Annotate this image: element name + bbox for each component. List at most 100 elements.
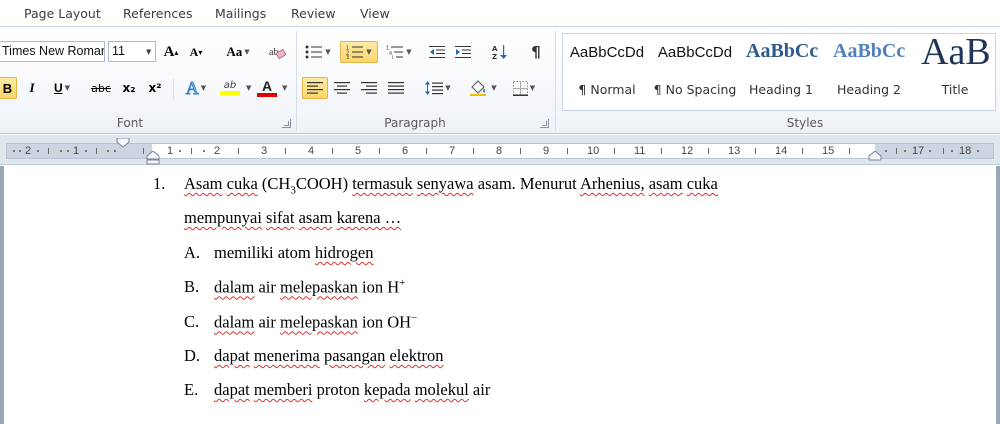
tab-mailings[interactable]: Mailings (215, 6, 266, 21)
superscript-button[interactable]: x² (144, 77, 166, 99)
document-area[interactable]: 1. Asam cuka (CH3COOH) termasuk senyawa … (0, 166, 1000, 424)
sort-button[interactable]: A Z (489, 41, 511, 63)
style-heading-2-name: Heading 2 (837, 82, 901, 97)
ruler-number: 15 (822, 145, 835, 157)
word: ion OH (357, 312, 412, 332)
tab-review[interactable]: Review (291, 6, 336, 21)
svg-text:Z: Z (492, 53, 497, 60)
tab-view[interactable]: View (360, 6, 390, 21)
style-heading-2[interactable]: AaBbCc Heading 2 (827, 34, 911, 110)
subscript-icon: x₂ (122, 81, 136, 95)
italic-icon: I (29, 80, 35, 95)
highlight-dropdown-icon[interactable]: ▼ (246, 85, 251, 92)
decrease-indent-button[interactable] (426, 41, 448, 63)
show-formatting-marks-button[interactable]: ¶ (525, 41, 547, 63)
word: asam (648, 174, 683, 193)
borders-button[interactable]: ▼ (508, 77, 540, 99)
increase-indent-button[interactable] (452, 41, 474, 63)
ruler-tick (191, 148, 192, 154)
font-color-icon: A (261, 78, 273, 94)
ruler-number: 17 (912, 145, 925, 157)
align-left-button[interactable] (302, 77, 328, 99)
underline-button[interactable]: U ▼ (48, 77, 76, 99)
option-letter: E. (184, 380, 199, 399)
word: asam (298, 208, 333, 227)
superscript-icon: x² (148, 81, 162, 95)
subscript-button[interactable]: x₂ (118, 77, 140, 99)
clear-formatting-button[interactable]: ab (265, 41, 289, 63)
word: pasangan (323, 346, 386, 365)
question-line-2[interactable]: mempunyai sifat asam karena … (184, 208, 401, 228)
grow-font-button[interactable]: A ▴ (160, 41, 182, 63)
font-dialog-launcher-icon[interactable] (282, 119, 291, 128)
highlight-button[interactable]: ab (215, 77, 245, 99)
style-heading-1[interactable]: AaBbCc Heading 1 (741, 34, 821, 110)
change-case-button[interactable]: Aa ▼ (222, 41, 254, 63)
font-size-dropdown-icon[interactable]: ▼ (146, 49, 151, 56)
ruler-tick (48, 148, 49, 154)
align-left-icon (307, 82, 323, 94)
horizontal-ruler[interactable]: 2 1 1 2 3 4 5 6 7 8 9 10 11 12 13 14 15 … (0, 135, 1000, 165)
style-title[interactable]: AaB Title (913, 34, 995, 110)
word: karena … (336, 208, 402, 227)
word: ion H (357, 277, 400, 297)
paragraph-dialog-launcher-icon[interactable] (540, 119, 549, 128)
svg-text:i: i (392, 55, 393, 59)
option-d[interactable]: dapat menerima pasangan elektron (214, 346, 444, 366)
ruler-tick (143, 148, 144, 154)
question-line-1[interactable]: Asam cuka (CH3COOH) termasuk senyawa asa… (184, 174, 718, 196)
first-line-indent-marker[interactable] (116, 138, 130, 148)
ruler-number: 7 (449, 145, 456, 157)
ruler-dot (114, 150, 116, 152)
ruler-tick (426, 148, 427, 154)
strikethrough-button[interactable]: abc (88, 77, 114, 99)
word: Arhenius, (579, 174, 645, 193)
word: Asam (184, 174, 223, 193)
align-right-button[interactable] (358, 77, 380, 99)
option-letter: D. (184, 346, 201, 365)
option-letter: A. (184, 243, 201, 262)
font-color-button[interactable]: A (254, 77, 280, 99)
tab-page-layout[interactable]: Page Layout (24, 6, 101, 21)
option-a[interactable]: memiliki atom hidrogen (214, 243, 374, 263)
option-b[interactable]: dalam air melepaskan ion H+ (214, 277, 405, 298)
increase-indent-icon (455, 46, 471, 58)
text-effects-button[interactable]: A ▼ (180, 77, 212, 99)
style-normal[interactable]: AaBbCcDd ¶ Normal (563, 34, 651, 110)
align-center-button[interactable] (331, 77, 353, 99)
font-name-combo[interactable]: Times New Roman (0, 41, 105, 62)
ruler-dot (929, 150, 931, 152)
ruler-number: 9 (543, 145, 550, 157)
multilevel-list-button[interactable]: 1 a i ▼ (383, 41, 415, 63)
word: memiliki (214, 243, 274, 262)
justify-button[interactable] (385, 77, 407, 99)
bold-icon: B (2, 80, 13, 96)
question-number: 1. (153, 174, 166, 193)
ruler-number: 14 (775, 145, 788, 157)
ruler-dot (904, 150, 906, 152)
italic-button[interactable]: I (22, 77, 42, 99)
style-no-spacing[interactable]: AaBbCcDd ¶ No Spacing (651, 34, 739, 110)
option-letter: B. (184, 277, 200, 296)
ruler-tick (285, 148, 286, 154)
word: atom (273, 243, 315, 262)
shrink-font-icon: A (189, 44, 199, 59)
hanging-indent-marker[interactable] (146, 151, 160, 165)
shading-button[interactable]: ▼ (467, 77, 499, 99)
tab-references[interactable]: References (123, 6, 192, 21)
font-group-label: Font (116, 116, 144, 130)
option-e[interactable]: dapat memberi proton kepada molekul air (214, 380, 490, 400)
font-color-dropdown-icon[interactable]: ▼ (282, 85, 287, 92)
document-left-edge (0, 166, 4, 424)
option-letter: C. (184, 312, 200, 331)
line-spacing-button[interactable]: ▼ (422, 77, 454, 99)
bold-button[interactable]: B (0, 77, 17, 99)
highlight-color-swatch (220, 91, 240, 95)
bullets-button[interactable]: ▼ (303, 41, 333, 63)
shrink-font-button[interactable]: A ▾ (185, 41, 207, 63)
underline-icon: U (53, 81, 63, 95)
ruler-tick (520, 148, 521, 154)
option-c[interactable]: dalam air melepaskan ion OH− (214, 312, 417, 333)
right-indent-marker[interactable] (868, 151, 882, 161)
numbering-button[interactable]: 1 2 3 ▼ (340, 41, 378, 63)
